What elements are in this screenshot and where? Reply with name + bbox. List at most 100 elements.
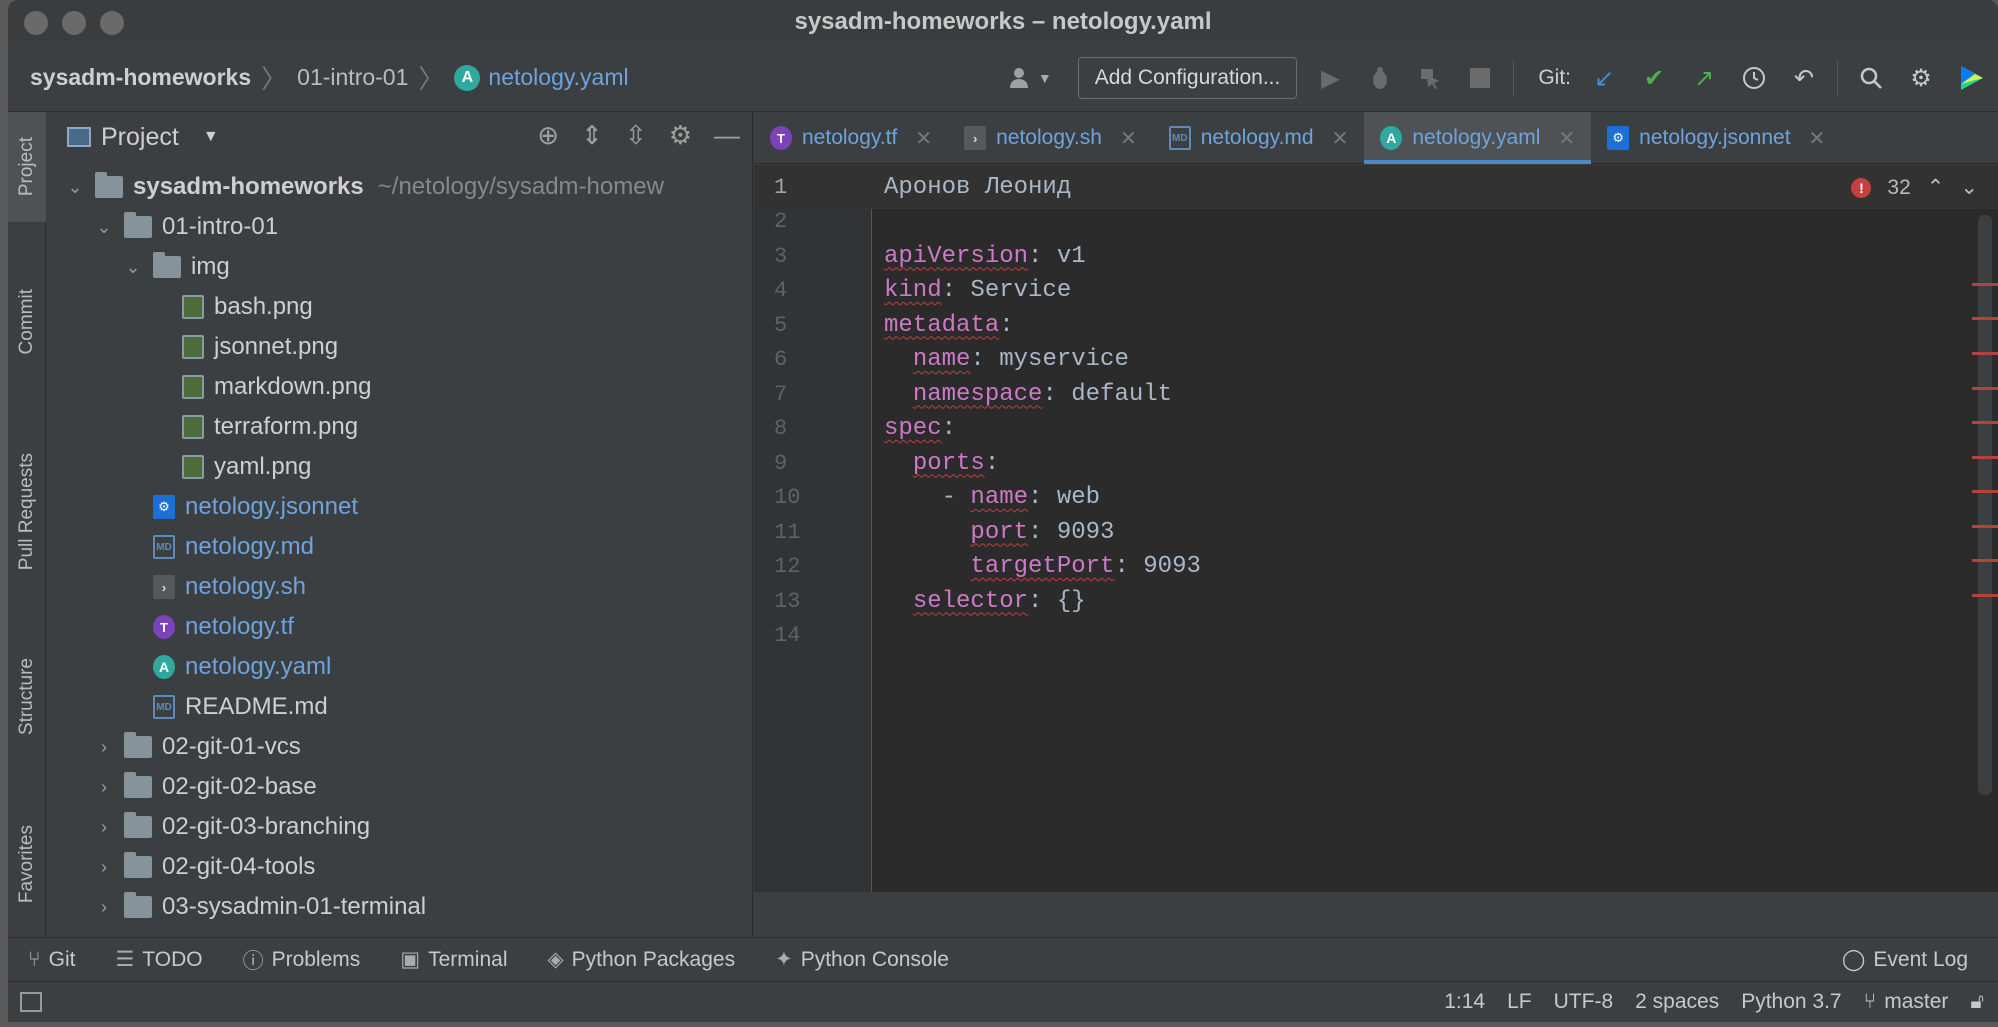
error-marker[interactable] bbox=[1972, 559, 1998, 562]
tree-item[interactable]: bash.png bbox=[47, 287, 752, 327]
breadcrumb-file[interactable]: A netology.yaml bbox=[454, 64, 629, 91]
tree-item[interactable]: › netology.sh bbox=[47, 567, 752, 607]
tree-item[interactable]: ⌄ sysadm-homeworks ~/netology/sysadm-homew bbox=[47, 167, 752, 207]
tree-item[interactable]: ⚙ netology.jsonnet bbox=[47, 487, 752, 527]
tool-window-project[interactable]: Project bbox=[8, 112, 46, 222]
collapse-all-icon[interactable]: ⇳ bbox=[625, 120, 647, 151]
chevron-down-icon[interactable]: ⌄ bbox=[94, 217, 114, 238]
close-tab-icon[interactable]: ✕ bbox=[1120, 126, 1137, 151]
chevron-right-icon[interactable]: › bbox=[94, 737, 114, 758]
close-tab-icon[interactable]: ✕ bbox=[1558, 126, 1575, 151]
error-marker[interactable] bbox=[1972, 317, 1998, 320]
chevron-right-icon[interactable]: › bbox=[94, 897, 114, 918]
rollback-icon[interactable]: ↶ bbox=[1787, 61, 1821, 95]
search-icon[interactable] bbox=[1854, 61, 1888, 95]
run-icon[interactable]: ▶ bbox=[1313, 61, 1347, 95]
editor-tab[interactable]: ⚙ netology.jsonnet ✕ bbox=[1591, 112, 1841, 164]
error-marker[interactable] bbox=[1972, 421, 1998, 424]
settings-gear-icon[interactable]: ⚙ bbox=[1904, 61, 1938, 95]
error-marker[interactable] bbox=[1972, 594, 1998, 597]
git-branch-widget[interactable]: ⑂ master bbox=[1864, 990, 1949, 1014]
toolbox-logo-icon[interactable] bbox=[1954, 61, 1988, 95]
python-interpreter[interactable]: Python 3.7 bbox=[1741, 990, 1841, 1014]
tool-git[interactable]: ⑂ Git bbox=[28, 948, 75, 972]
tree-item[interactable]: › 02-git-04-tools bbox=[47, 847, 752, 887]
tree-item[interactable]: MD README.md bbox=[47, 687, 752, 727]
editor-tab[interactable]: MD netology.md ✕ bbox=[1153, 112, 1365, 164]
indent-setting[interactable]: 2 spaces bbox=[1635, 990, 1719, 1014]
debug-icon[interactable] bbox=[1363, 61, 1397, 95]
tree-item[interactable]: › 02-git-03-branching bbox=[47, 807, 752, 847]
next-problem-icon[interactable]: ⌄ bbox=[1960, 175, 1978, 200]
tree-item[interactable]: › 02-git-02-base bbox=[47, 767, 752, 807]
chevron-down-icon[interactable]: ⌄ bbox=[123, 257, 143, 278]
panel-settings-icon[interactable]: ⚙ bbox=[669, 120, 692, 151]
tool-window-favorites[interactable]: Favorites bbox=[8, 792, 46, 937]
markdown-icon: MD bbox=[1168, 126, 1191, 150]
editor-scrollbar[interactable] bbox=[1978, 215, 1992, 795]
code-editor[interactable]: 1 Аронов Леонид 2 3 apiVersion: v1 4 kind: Ser… bbox=[754, 165, 1998, 892]
tree-item[interactable]: Tnetology.tf bbox=[47, 607, 752, 647]
tree-item[interactable]: MD netology.md bbox=[47, 527, 752, 567]
file-encoding[interactable]: UTF-8 bbox=[1554, 990, 1614, 1014]
tree-item[interactable]: terraform.png bbox=[47, 407, 752, 447]
error-marker[interactable] bbox=[1972, 456, 1998, 459]
breadcrumb-root[interactable]: sysadm-homeworks bbox=[30, 64, 251, 91]
unlock-icon[interactable]: 🔓︎ bbox=[1970, 990, 1984, 1014]
chevron-right-icon[interactable]: › bbox=[94, 777, 114, 798]
chevron-down-icon[interactable]: ▼ bbox=[203, 128, 219, 146]
tool-python-packages[interactable]: ◈ Python Packages bbox=[547, 947, 735, 972]
line-number: 9 bbox=[774, 450, 788, 476]
chevron-down-icon[interactable]: ⌄ bbox=[65, 177, 85, 198]
error-marker[interactable] bbox=[1972, 490, 1998, 493]
editor-tab[interactable]: › netology.sh ✕ bbox=[948, 112, 1153, 164]
user-account-icon[interactable]: ▼ bbox=[1008, 66, 1052, 90]
coverage-icon[interactable] bbox=[1413, 61, 1447, 95]
tree-item[interactable]: jsonnet.png bbox=[47, 327, 752, 367]
chevron-right-icon[interactable]: › bbox=[94, 817, 114, 838]
error-marker[interactable] bbox=[1972, 525, 1998, 528]
tool-window-structure[interactable]: Structure bbox=[8, 622, 46, 772]
git-update-icon[interactable]: ↙ bbox=[1587, 61, 1621, 95]
error-marker[interactable] bbox=[1972, 352, 1998, 355]
tool-terminal[interactable]: ▣ Terminal bbox=[400, 947, 507, 972]
error-marker[interactable] bbox=[1972, 283, 1998, 286]
minimize-window-button[interactable] bbox=[62, 11, 86, 35]
tree-item[interactable]: ⌄ 01-intro-01 bbox=[47, 207, 752, 247]
tool-window-commit[interactable]: Commit bbox=[8, 242, 46, 402]
caret-position[interactable]: 1:14 bbox=[1444, 990, 1485, 1014]
tree-item[interactable]: › 02-git-01-vcs bbox=[47, 727, 752, 767]
editor-tab[interactable]: Tnetology.tf ✕ bbox=[754, 112, 948, 164]
locate-file-icon[interactable]: ⊕ bbox=[537, 120, 559, 151]
close-window-button[interactable] bbox=[24, 11, 48, 35]
tool-window-pull-requests[interactable]: Pull Requests bbox=[8, 422, 46, 602]
stop-icon[interactable] bbox=[1463, 61, 1497, 95]
close-tab-icon[interactable]: ✕ bbox=[1332, 126, 1349, 151]
tree-item[interactable]: markdown.png bbox=[47, 367, 752, 407]
tree-item[interactable]: ⌄ img bbox=[47, 247, 752, 287]
history-icon[interactable] bbox=[1737, 61, 1771, 95]
chevron-right-icon[interactable]: › bbox=[94, 857, 114, 878]
add-configuration-button[interactable]: Add Configuration... bbox=[1077, 57, 1298, 99]
tool-python-console[interactable]: ✦ Python Console bbox=[775, 947, 949, 972]
tree-item[interactable]: Anetology.yaml bbox=[47, 647, 752, 687]
close-tab-icon[interactable]: ✕ bbox=[915, 126, 932, 151]
expand-all-icon[interactable]: ⇕ bbox=[581, 120, 603, 151]
line-separator[interactable]: LF bbox=[1507, 990, 1532, 1014]
git-commit-icon[interactable]: ✔ bbox=[1637, 61, 1671, 95]
breadcrumb-folder[interactable]: 01-intro-01 bbox=[297, 64, 408, 91]
tool-problems[interactable]: ⓘ Problems bbox=[243, 945, 361, 975]
close-tab-icon[interactable]: ✕ bbox=[1809, 126, 1826, 151]
tool-event-log[interactable]: ◯ Event Log bbox=[1842, 947, 1968, 972]
tree-item[interactable]: yaml.png bbox=[47, 447, 752, 487]
toggle-tool-windows-icon[interactable] bbox=[20, 992, 42, 1012]
git-push-icon[interactable]: ↗ bbox=[1687, 61, 1721, 95]
previous-problem-icon[interactable]: ⌃ bbox=[1927, 175, 1945, 200]
hide-panel-icon[interactable]: — bbox=[714, 120, 740, 151]
editor-tab[interactable]: Anetology.yaml ✕ bbox=[1364, 112, 1592, 164]
inspections-widget[interactable]: ! 32 ⌃ ⌄ bbox=[1851, 175, 1978, 200]
tree-item[interactable]: › 03-sysadmin-01-terminal bbox=[47, 887, 752, 927]
zoom-window-button[interactable] bbox=[100, 11, 124, 35]
error-marker[interactable] bbox=[1972, 387, 1998, 390]
tool-todo[interactable]: ☰ TODO bbox=[115, 947, 202, 972]
